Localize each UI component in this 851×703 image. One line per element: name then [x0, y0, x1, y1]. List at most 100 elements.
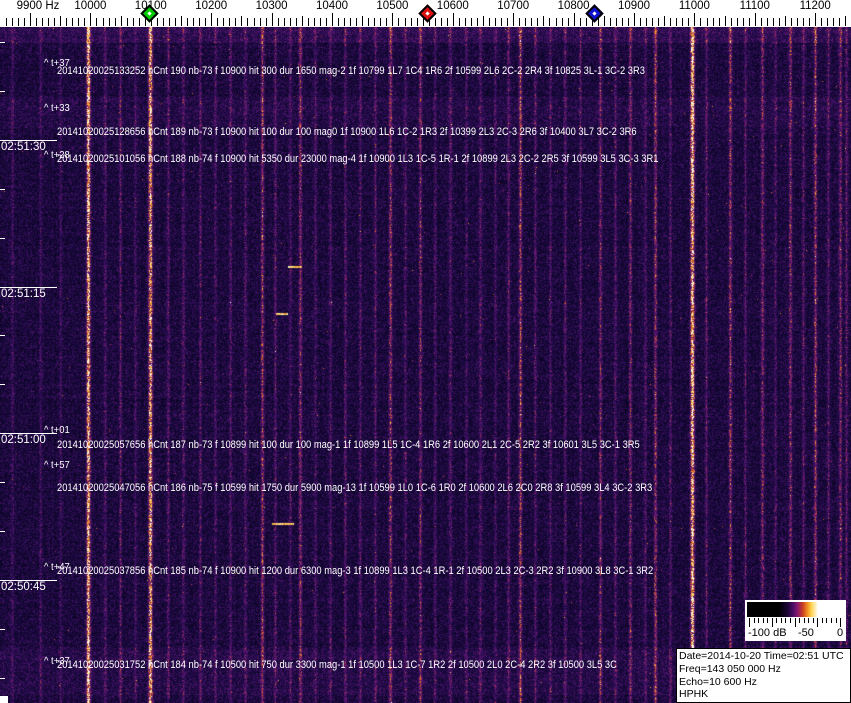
frequency-tick [162, 18, 164, 26]
frequency-tick [313, 18, 315, 26]
frequency-tick [839, 18, 841, 26]
frequency-tick [507, 18, 509, 26]
frequency-tick [48, 18, 50, 26]
db-tick [749, 618, 750, 627]
frequency-tick [652, 18, 654, 26]
frequency-tick [712, 18, 714, 26]
frequency-tick [495, 18, 497, 26]
frequency-tick [295, 18, 297, 26]
time-label: 02:51:00 [1, 434, 46, 446]
db-color-scale-legend: -100 dB -50 0 [745, 600, 846, 641]
frequency-tick [11, 18, 13, 26]
frequency-tick [319, 18, 321, 26]
detection-log-line: 20141020025128656 hCnt 189 nb-73 f 10900… [57, 126, 637, 138]
info-echo-freq: Echo=10 600 Hz [679, 675, 757, 688]
frequency-tick [519, 18, 521, 26]
frequency-tick [628, 18, 629, 26]
detection-log-line: 20141020025047056 hCnt 186 nb-75 f 10599… [57, 482, 653, 494]
frequency-axis-label: 10200 [195, 0, 228, 12]
frequency-tick [368, 18, 370, 26]
frequency-tick [235, 18, 237, 26]
frequency-axis-label: 10600 [436, 0, 469, 12]
frequency-tick [126, 18, 128, 26]
frequency-tick [241, 16, 243, 26]
frequency-axis-label: 10000 [74, 0, 107, 12]
frequency-tick [247, 18, 249, 26]
db-tick [789, 618, 791, 623]
db-tick [780, 618, 782, 623]
frequency-tick [658, 18, 660, 26]
info-station-id: HPHK [679, 688, 709, 701]
frequency-tick [452, 13, 454, 26]
db-label-low: -100 dB [748, 627, 787, 639]
frequency-tick [416, 18, 418, 26]
frequency-tick [561, 18, 563, 26]
frequency-tick [66, 18, 68, 26]
frequency-tick [742, 18, 744, 26]
db-tick [830, 618, 832, 623]
frequency-tick [60, 16, 62, 26]
frequency-tick [736, 18, 738, 26]
frequency-tick [724, 16, 726, 26]
frequency-tick [90, 13, 92, 26]
frequency-tick [362, 16, 364, 26]
frequency-tick [344, 18, 346, 26]
db-tick [758, 618, 760, 623]
frequency-tick [217, 18, 219, 26]
frequency-tick [398, 18, 400, 26]
frequency-tick [772, 18, 774, 26]
frequency-tick [706, 18, 708, 26]
frequency-tick [374, 18, 376, 26]
frequency-tick [54, 18, 56, 26]
frequency-axis-label: 10400 [316, 0, 348, 12]
frequency-tick [434, 18, 436, 26]
frequency-tick [489, 18, 490, 26]
db-tick [799, 618, 800, 623]
frequency-tick [404, 18, 406, 26]
frequency-tick [700, 18, 702, 26]
frequency-tick [797, 18, 799, 26]
frequency-tick [132, 18, 134, 26]
frequency-tick [229, 18, 231, 26]
frequency-tick [779, 18, 780, 26]
frequency-tick [458, 18, 460, 26]
frequency-tick [803, 18, 805, 26]
frequency-tick [446, 18, 448, 26]
db-tick [771, 618, 773, 627]
frequency-axis-label: 11200 [799, 0, 831, 12]
frequency-tick [78, 18, 80, 26]
time-label: 02:50:45 [1, 581, 46, 593]
db-tick [808, 618, 810, 623]
event-time-marker: ^ t+33 [44, 102, 70, 114]
db-tick [794, 618, 796, 627]
frequency-tick [108, 18, 110, 26]
frequency-tick [187, 18, 188, 26]
frequency-axis-label: 10900 [618, 0, 650, 12]
frequency-tick [513, 13, 515, 26]
frequency-tick [815, 13, 817, 26]
time-minor-tick [0, 238, 5, 239]
time-minor-tick [0, 189, 5, 190]
detection-log-line: 20141020025031752 hCnt 184 nb-74 f 10500… [57, 659, 617, 671]
frequency-tick [664, 16, 666, 26]
time-minor-tick [0, 91, 5, 92]
db-tick [803, 618, 805, 623]
frequency-tick [114, 18, 116, 26]
frequency-tick [525, 18, 527, 26]
frequency-tick [181, 16, 182, 26]
frequency-tick [271, 13, 273, 26]
frequency-tick [301, 16, 303, 26]
frequency-tick [821, 18, 823, 26]
db-label-high: 0 [837, 627, 844, 639]
event-time-marker: ^ t+01 [44, 424, 70, 436]
frequency-tick [827, 18, 829, 26]
frequency-axis-label: 10300 [255, 0, 288, 12]
frequency-tick [211, 13, 213, 26]
time-minor-tick [0, 531, 5, 532]
status-info-box: Date=2014-10-20 Time=02:51 UTC Freq=143 … [676, 648, 851, 703]
frequency-tick [585, 18, 587, 26]
frequency-tick [332, 13, 333, 26]
db-label-mid: -50 [798, 627, 814, 639]
frequency-tick [640, 18, 641, 26]
frequency-tick [42, 18, 44, 26]
